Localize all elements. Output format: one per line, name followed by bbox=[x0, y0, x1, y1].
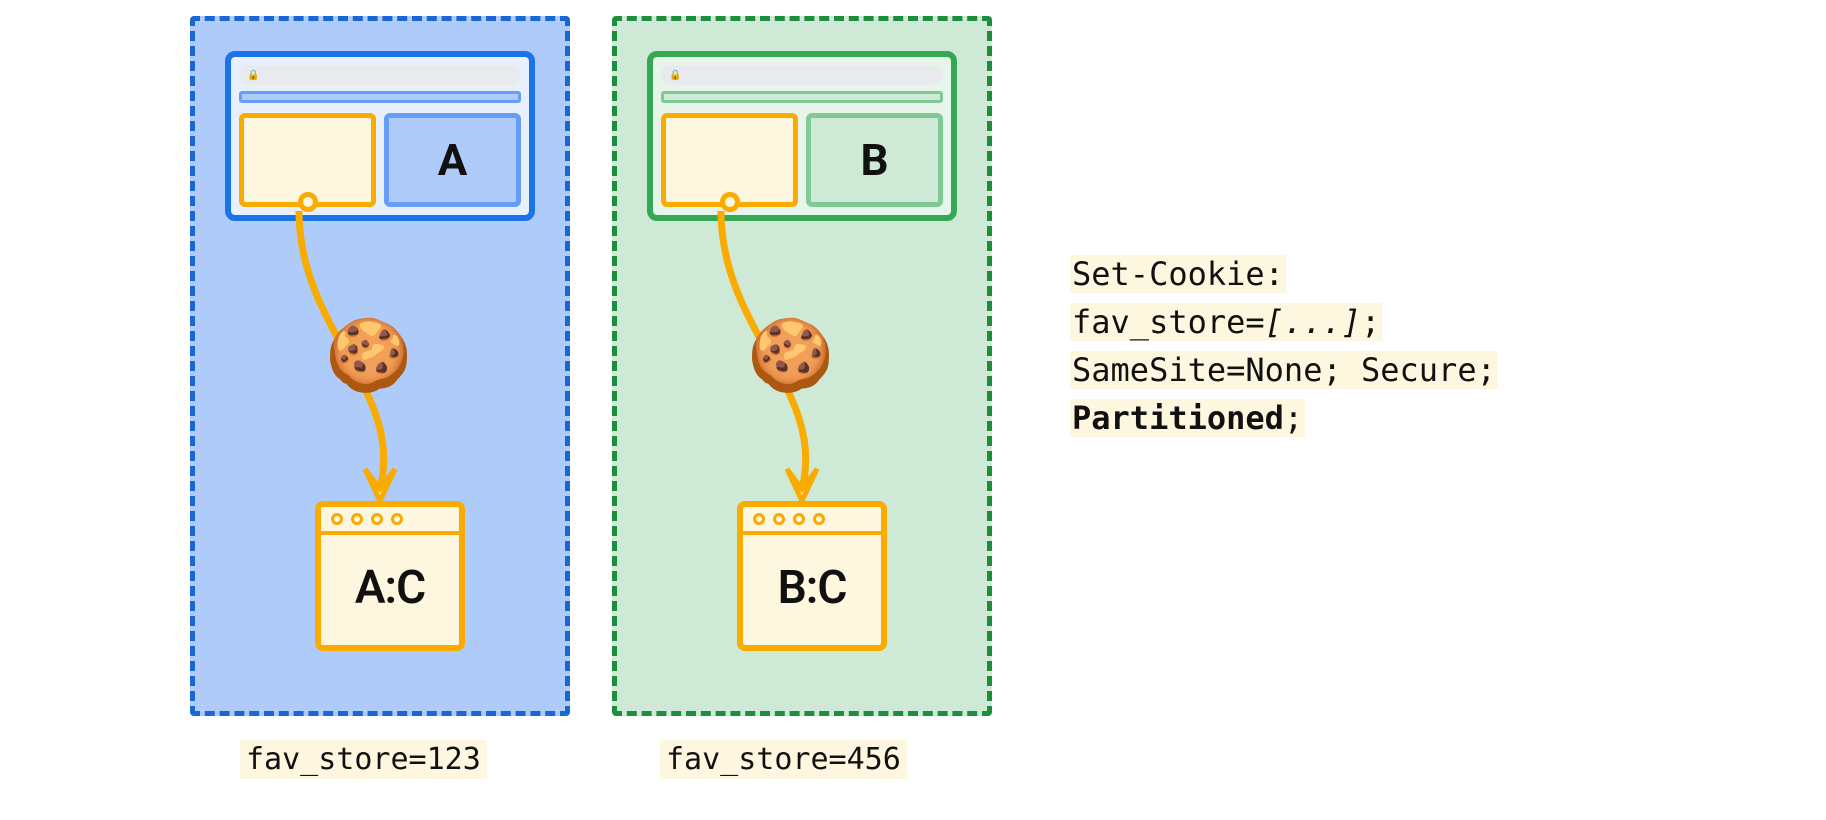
cookie-jar-a: A:C bbox=[315, 501, 465, 651]
browser-a: 🔒 A bbox=[225, 51, 535, 221]
set-cookie-code: Set-Cookie: fav_store=[...]; SameSite=No… bbox=[1070, 250, 1498, 442]
cookie-icon: 🍪 bbox=[325, 321, 412, 391]
browser-panes: A bbox=[239, 113, 521, 207]
code-line-1: Set-Cookie: bbox=[1070, 250, 1498, 298]
jar-dot-icon bbox=[371, 513, 383, 525]
address-bar: 🔒 bbox=[661, 65, 943, 85]
jar-header bbox=[321, 507, 459, 535]
browser-toolbar bbox=[239, 91, 521, 103]
connection-dot-icon bbox=[298, 192, 318, 212]
partition-a: 🔒 A 🍪 A:C bbox=[190, 16, 570, 716]
cookie-icon: 🍪 bbox=[747, 321, 834, 391]
code-line-3: SameSite=None; Secure; bbox=[1070, 346, 1498, 394]
jar-header bbox=[743, 507, 881, 535]
browser-b: 🔒 B bbox=[647, 51, 957, 221]
jar-dot-icon bbox=[351, 513, 363, 525]
jar-dot-icon bbox=[331, 513, 343, 525]
cookie-jar-b: B:C bbox=[737, 501, 887, 651]
top-site-pane-a: A bbox=[384, 113, 521, 207]
browser-toolbar bbox=[661, 91, 943, 103]
embedded-frame-a bbox=[239, 113, 376, 207]
lock-icon: 🔒 bbox=[247, 70, 259, 81]
jar-dot-icon bbox=[773, 513, 785, 525]
top-site-pane-b: B bbox=[806, 113, 943, 207]
jar-label-b: B:C bbox=[743, 535, 881, 641]
caption-a: fav_store=123 bbox=[240, 740, 487, 779]
site-label-a: A bbox=[438, 134, 468, 186]
lock-icon: 🔒 bbox=[669, 70, 681, 81]
jar-dot-icon bbox=[813, 513, 825, 525]
connection-dot-icon bbox=[720, 192, 740, 212]
site-label-b: B bbox=[860, 134, 888, 186]
jar-dot-icon bbox=[793, 513, 805, 525]
partition-b: 🔒 B 🍪 B:C bbox=[612, 16, 992, 716]
caption-b: fav_store=456 bbox=[660, 740, 907, 779]
jar-label-a: A:C bbox=[321, 535, 459, 641]
code-line-4: Partitioned; bbox=[1070, 394, 1498, 442]
jar-dot-icon bbox=[753, 513, 765, 525]
browser-panes: B bbox=[661, 113, 943, 207]
embedded-frame-b bbox=[661, 113, 798, 207]
jar-dot-icon bbox=[391, 513, 403, 525]
code-line-2: fav_store=[...]; bbox=[1070, 298, 1498, 346]
address-bar: 🔒 bbox=[239, 65, 521, 85]
